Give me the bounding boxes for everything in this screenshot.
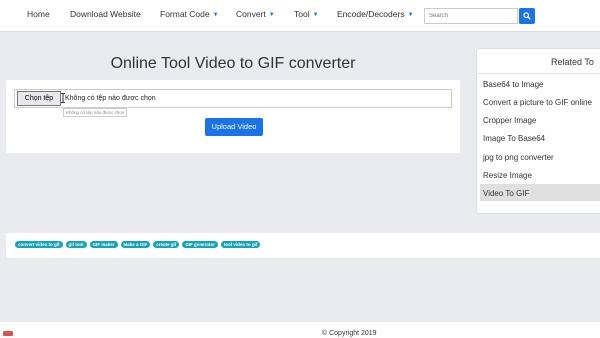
nav-encode-label: Encode/Decoders (337, 9, 405, 19)
choose-file-button[interactable]: Chọn tệp (17, 91, 61, 106)
nav-tool-label: Tool (294, 9, 310, 19)
top-navbar: Home Download Website Format Code ▼ Conve… (0, 0, 600, 32)
chevron-down-icon: ▼ (312, 12, 319, 18)
chevron-down-icon: ▼ (268, 12, 275, 18)
search-button[interactable] (519, 8, 535, 24)
search-icon (523, 12, 531, 20)
nav-format-code[interactable]: Format Code ▼ (160, 9, 219, 19)
nav-download-website[interactable]: Download Website (70, 9, 141, 19)
tag-gif-maker[interactable]: GIF maker (89, 241, 118, 248)
text-cursor-icon (60, 93, 66, 103)
sidebar-item-base64-to-image[interactable]: Base64 to Image (483, 80, 543, 89)
sidebar-item-image-to-base64[interactable]: Image To Base64 (483, 134, 545, 143)
sidebar-item-picture-to-gif[interactable]: Convert a picture to GIF online (483, 98, 592, 107)
upload-video-button[interactable]: Upload Video (205, 118, 263, 136)
sidebar-item-video-to-gif[interactable]: Video To GIF (483, 189, 529, 198)
sidebar-title: Related To (551, 57, 594, 67)
nav-convert[interactable]: Convert ▼ (236, 9, 275, 19)
nav-format-code-label: Format Code (160, 9, 210, 19)
search-input[interactable] (424, 8, 518, 24)
tag-gif-generator[interactable]: GIF generator (182, 241, 218, 248)
tag-list: convert video to gif gif tool GIF maker … (15, 241, 261, 248)
sidebar-item-resize-image[interactable]: Resize Image (483, 171, 532, 180)
tag-make-a-gif[interactable]: Make a GIF (120, 241, 151, 248)
chevron-down-icon: ▼ (212, 12, 219, 18)
nav-convert-label: Convert (236, 9, 266, 19)
nav-home[interactable]: Home (27, 9, 50, 19)
badge-icon (3, 331, 13, 336)
tag-tool-video-to-gif[interactable]: tool video to gif (220, 241, 261, 248)
nav-encode-decoders[interactable]: Encode/Decoders ▼ (337, 9, 414, 19)
sidebar-item-jpg-to-png[interactable]: jpg to png converter (483, 153, 554, 162)
tag-create-gif[interactable]: create gif (153, 241, 180, 248)
tag-convert-video-to-gif[interactable]: convert video to gif (15, 241, 63, 248)
chevron-down-icon: ▼ (407, 12, 414, 18)
file-tooltip: Không có tệp nào được chọn (63, 108, 128, 117)
page-title: Online Tool Video to GIF converter (110, 55, 356, 72)
file-status-text: Không có tệp nào được chọn (65, 95, 156, 102)
copyright-text: © Copyright 2019 (322, 330, 377, 337)
nav-tool[interactable]: Tool ▼ (294, 9, 319, 19)
sidebar-divider (476, 73, 600, 74)
tag-gif-tool[interactable]: gif tool (65, 241, 87, 248)
sidebar-item-cropper-image[interactable]: Cropper Image (483, 116, 536, 125)
footer (0, 322, 600, 338)
